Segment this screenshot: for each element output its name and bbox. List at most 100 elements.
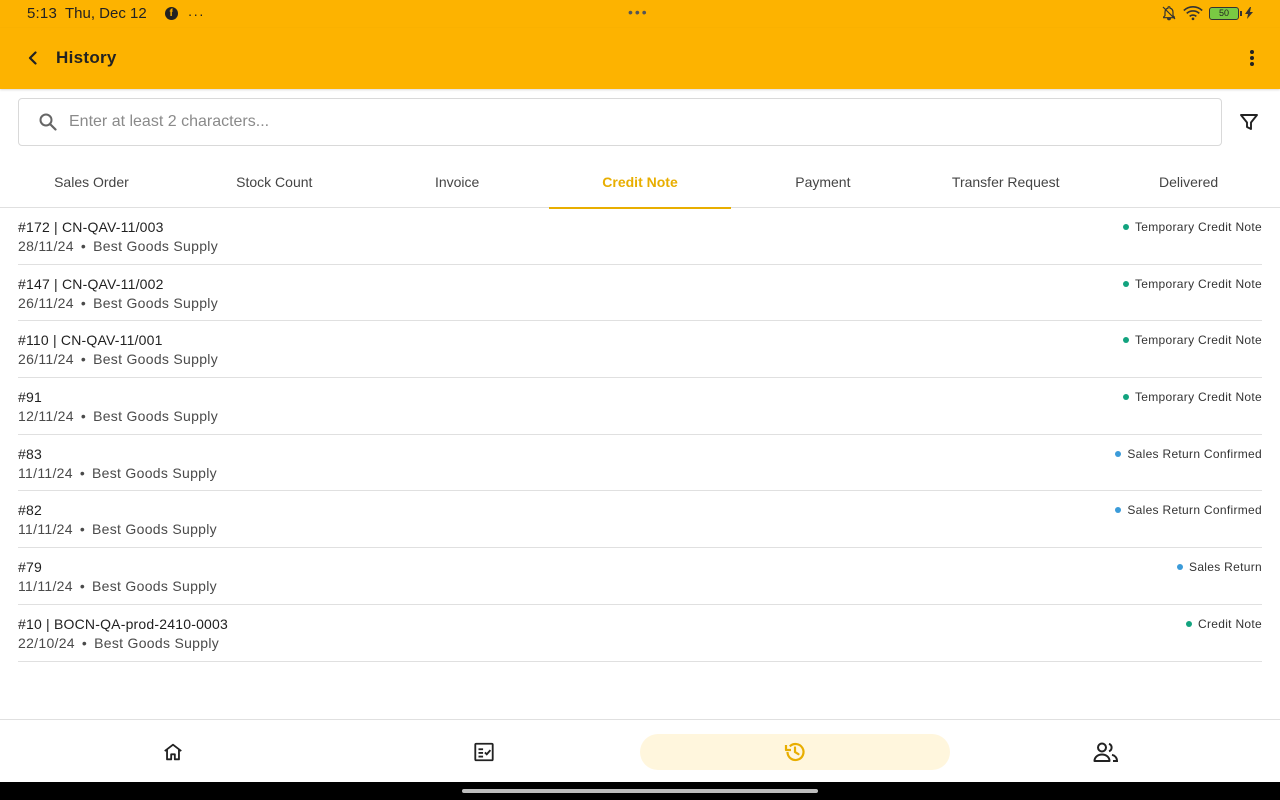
status-dot-icon	[1115, 450, 1122, 457]
status-badge: Temporary Credit Note	[1122, 333, 1262, 347]
list-item[interactable]: #147 | CN-QAV-11/002 26/11/24 • Best Goods…	[18, 265, 1262, 322]
list-item[interactable]: #82 11/11/24 • Best Goods Supply Sales Ret…	[18, 491, 1262, 549]
search-input[interactable]	[67, 99, 1207, 145]
status-badge: Sales Return Confirmed	[1115, 447, 1262, 461]
status-label: Sales Return	[1189, 560, 1262, 575]
record-date: 11/11/24	[18, 464, 73, 481]
status-badge: Temporary Credit Note	[1122, 276, 1262, 291]
page-title: History	[56, 48, 117, 67]
bottom-navigation	[0, 719, 1280, 782]
tab-delivered[interactable]: Delivered	[1097, 155, 1280, 208]
record-customer: Best Goods Supply	[92, 521, 217, 538]
nav-home[interactable]	[18, 734, 328, 770]
list-item[interactable]: #172 | CN-QAV-11/003 28/11/24 • Best Goods…	[18, 208, 1262, 265]
record-separator: •	[79, 521, 86, 538]
record-date: 26/11/24	[18, 294, 74, 311]
status-right: 50	[1161, 5, 1253, 21]
status-label: Temporary Credit Note	[1134, 276, 1262, 291]
record-separator: •	[80, 408, 87, 425]
record-subtitle: 22/10/24 • Best Goods Supply	[18, 635, 219, 651]
record-title: #172 | CN-QAV-11/003	[18, 219, 164, 235]
record-title: #91	[18, 389, 42, 406]
status-dot-icon	[1122, 280, 1129, 287]
status-dot-icon	[1115, 507, 1122, 514]
record-title: #110 | CN-QAV-11/001	[18, 332, 163, 349]
record-separator: •	[80, 294, 87, 311]
people-icon	[1093, 742, 1119, 762]
back-arrow-icon	[28, 51, 37, 65]
record-title: #10 | BOCN-QA-prod-2410-0003	[18, 615, 229, 632]
tab-bar: Sales Order Stock Count Invoice Credit N…	[0, 155, 1280, 209]
record-customer: Best Goods Supply	[94, 634, 220, 651]
muted-bell-icon	[1162, 6, 1176, 21]
status-badge: Temporary Credit Note	[1122, 390, 1262, 405]
more-options-button[interactable]	[1240, 46, 1264, 70]
facebook-notification-icon: f	[164, 7, 178, 20]
status-left: 5:13 Thu, Dec 12 f ···	[27, 5, 205, 22]
filter-icon	[1240, 114, 1258, 130]
app-bar: History	[0, 28, 1280, 89]
history-icon	[784, 742, 805, 762]
status-dot-icon	[1122, 337, 1129, 344]
record-customer: Best Goods Supply	[92, 464, 217, 481]
nav-history[interactable]	[640, 734, 950, 770]
home-gesture-handle[interactable]	[462, 789, 818, 793]
record-title: #79	[18, 559, 42, 576]
more-notifications-indicator: ···	[187, 5, 205, 22]
record-date: 22/10/24	[18, 634, 75, 651]
nav-tasks[interactable]	[329, 734, 639, 770]
tab-sales-order[interactable]: Sales Order	[0, 155, 183, 208]
status-bar: 5:13 Thu, Dec 12 f ··· ••• 50	[0, 0, 1280, 28]
record-date: 11/11/24	[18, 578, 73, 595]
record-customer: Best Goods Supply	[93, 408, 219, 425]
record-subtitle: 26/11/24 • Best Goods Supply	[18, 295, 218, 311]
record-date: 26/11/24	[18, 351, 74, 368]
record-title: #82	[18, 502, 42, 519]
multitask-indicator: •••	[628, 4, 649, 20]
status-time: 5:13	[27, 5, 57, 22]
filter-button[interactable]	[1236, 109, 1262, 135]
list-item[interactable]: #83 11/11/24 • Best Goods Supply Sales Ret…	[18, 435, 1262, 492]
record-title: #147 | CN-QAV-11/002	[18, 275, 164, 292]
status-badge: Temporary Credit Note	[1122, 220, 1262, 234]
record-subtitle: 11/11/24 • Best Goods Supply	[18, 578, 217, 594]
tab-payment[interactable]: Payment	[731, 155, 914, 208]
status-dot-icon	[1186, 620, 1192, 627]
nav-customers[interactable]	[951, 734, 1261, 770]
record-separator: •	[79, 578, 86, 595]
record-date: 12/11/24	[18, 408, 74, 425]
tab-stock-count[interactable]: Stock Count	[183, 155, 366, 208]
credit-note-list: #172 | CN-QAV-11/003 28/11/24 • Best Goods…	[18, 208, 1262, 662]
battery-icon: 50	[1209, 6, 1242, 20]
record-date: 28/11/24	[18, 238, 74, 254]
status-badge: Sales Return Confirmed	[1115, 503, 1262, 517]
back-button[interactable]	[20, 45, 46, 71]
status-label: Temporary Credit Note	[1134, 220, 1262, 234]
record-customer: Best Goods Supply	[93, 294, 219, 311]
tab-transfer-request[interactable]: Transfer Request	[914, 155, 1097, 208]
tab-credit-note[interactable]: Credit Note	[548, 155, 732, 209]
more-vert-icon	[1250, 50, 1254, 66]
record-date: 11/11/24	[18, 521, 73, 538]
list-item[interactable]: #91 12/11/24 • Best Goods Supply Temporary…	[18, 378, 1262, 435]
record-title: #83	[18, 445, 42, 462]
record-customer: Best Goods Supply	[92, 578, 217, 595]
record-separator: •	[80, 351, 87, 368]
status-dot-icon	[1122, 394, 1129, 401]
status-date: Thu, Dec 12	[65, 5, 147, 22]
record-subtitle: 26/11/24 • Best Goods Supply	[18, 351, 218, 367]
tab-invoice[interactable]: Invoice	[366, 155, 549, 208]
list-item[interactable]: #110 | CN-QAV-11/001 26/11/24 • Best Goods…	[18, 321, 1262, 379]
list-item[interactable]: #10 | BOCN-QA-prod-2410-0003 22/10/24 • Be…	[18, 605, 1262, 662]
checklist-icon	[474, 742, 494, 762]
status-badge: Sales Return	[1177, 560, 1262, 574]
record-subtitle: 11/11/24 • Best Goods Supply	[18, 521, 217, 537]
record-separator: •	[79, 464, 86, 481]
status-label: Sales Return Confirmed	[1127, 503, 1262, 518]
record-separator: •	[81, 634, 88, 651]
record-customer: Best Goods Supply	[93, 351, 219, 368]
list-item[interactable]: #79 11/11/24 • Best Goods Supply Sales Ret…	[18, 548, 1262, 605]
battery-level: 50	[1218, 7, 1229, 18]
status-label: Temporary Credit Note	[1134, 390, 1262, 405]
record-subtitle: 11/11/24 • Best Goods Supply	[18, 465, 217, 481]
